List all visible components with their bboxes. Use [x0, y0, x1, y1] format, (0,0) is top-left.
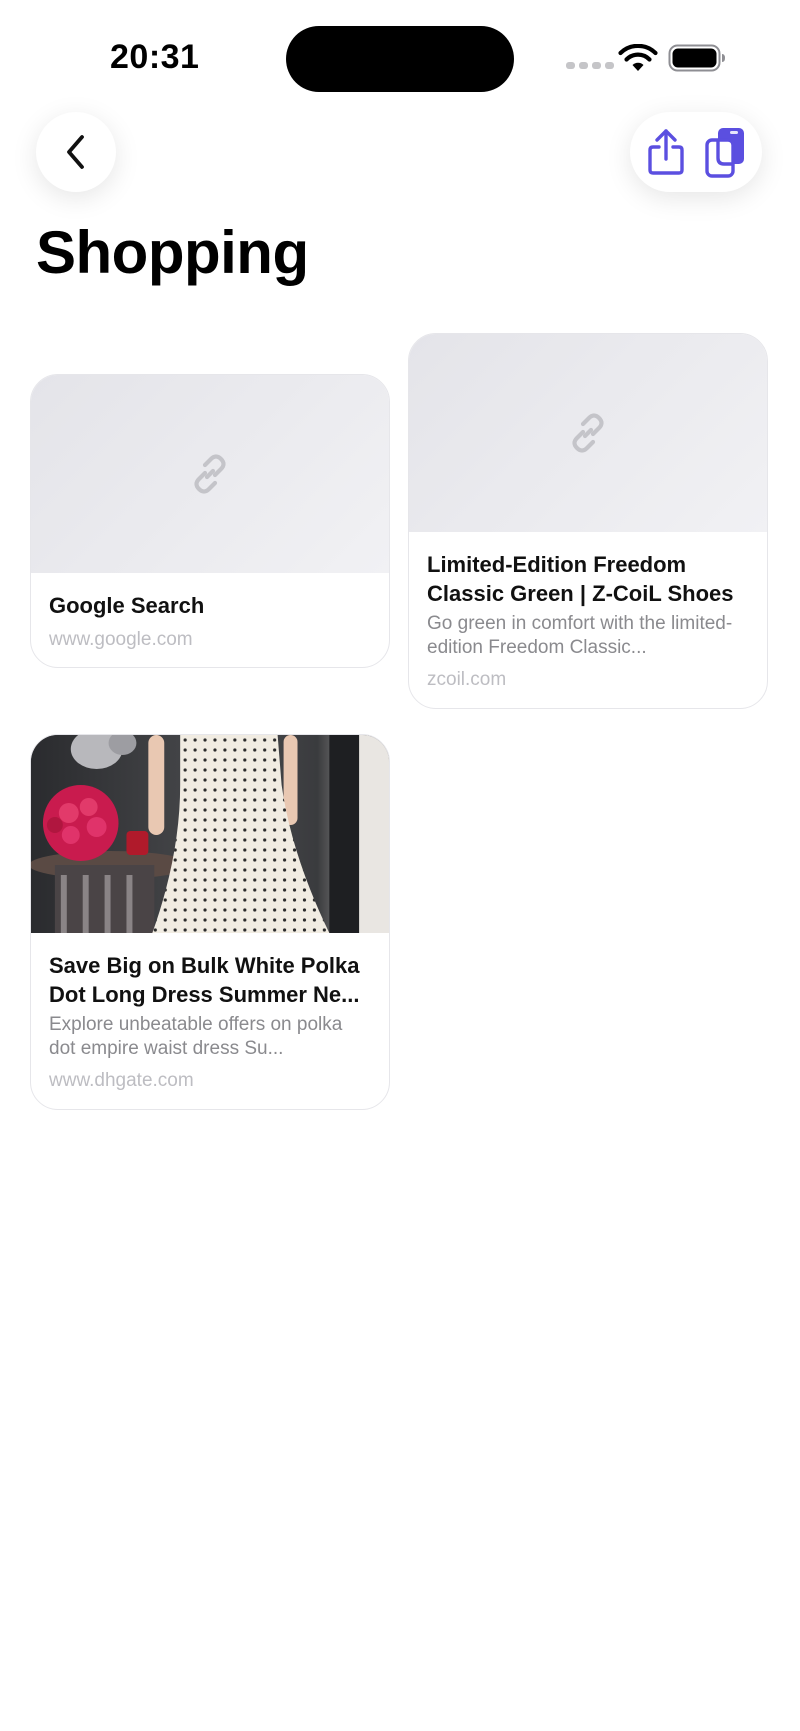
status-time: 20:31 — [110, 38, 200, 76]
action-pill — [630, 112, 762, 192]
dynamic-island — [286, 26, 514, 92]
dress-photo-image — [31, 735, 389, 933]
page: 20:31 Shopping Google Search www.google.… — [0, 0, 800, 1731]
link-card-google[interactable]: Google Search www.google.com — [30, 374, 390, 668]
copy-button[interactable] — [702, 124, 750, 180]
back-button[interactable] — [36, 112, 116, 192]
card-title: Google Search — [49, 593, 205, 618]
card-title: Limited-Edition Freedom Classic Green | … — [427, 552, 734, 606]
battery-icon — [668, 44, 725, 72]
chevron-left-icon — [67, 135, 84, 169]
share-button[interactable] — [642, 124, 690, 180]
card-thumbnail-placeholder — [31, 375, 389, 573]
card-title: Save Big on Bulk White Polka Dot Long Dr… — [49, 953, 360, 1007]
link-card-zcoil[interactable]: Limited-Edition Freedom Classic Green | … — [408, 333, 768, 709]
card-domain: zcoil.com — [427, 669, 507, 690]
link-card-dhgate[interactable]: Save Big on Bulk White Polka Dot Long Dr… — [30, 734, 390, 1110]
card-domain: www.dhgate.com — [49, 1070, 194, 1091]
page-title: Shopping — [36, 219, 309, 286]
card-description: Go green in comfort with the limited-edi… — [427, 613, 733, 658]
copy-icon — [705, 128, 744, 178]
card-domain: www.google.com — [49, 629, 193, 650]
share-icon — [648, 129, 684, 175]
cellular-signal-icon — [566, 62, 614, 69]
link-icon — [194, 454, 226, 494]
wifi-icon — [618, 44, 658, 71]
link-icon — [572, 413, 604, 453]
card-description: Explore unbeatable offers on polka dot e… — [49, 1014, 343, 1059]
card-thumbnail-photo — [31, 735, 389, 933]
card-thumbnail-placeholder — [409, 334, 767, 532]
